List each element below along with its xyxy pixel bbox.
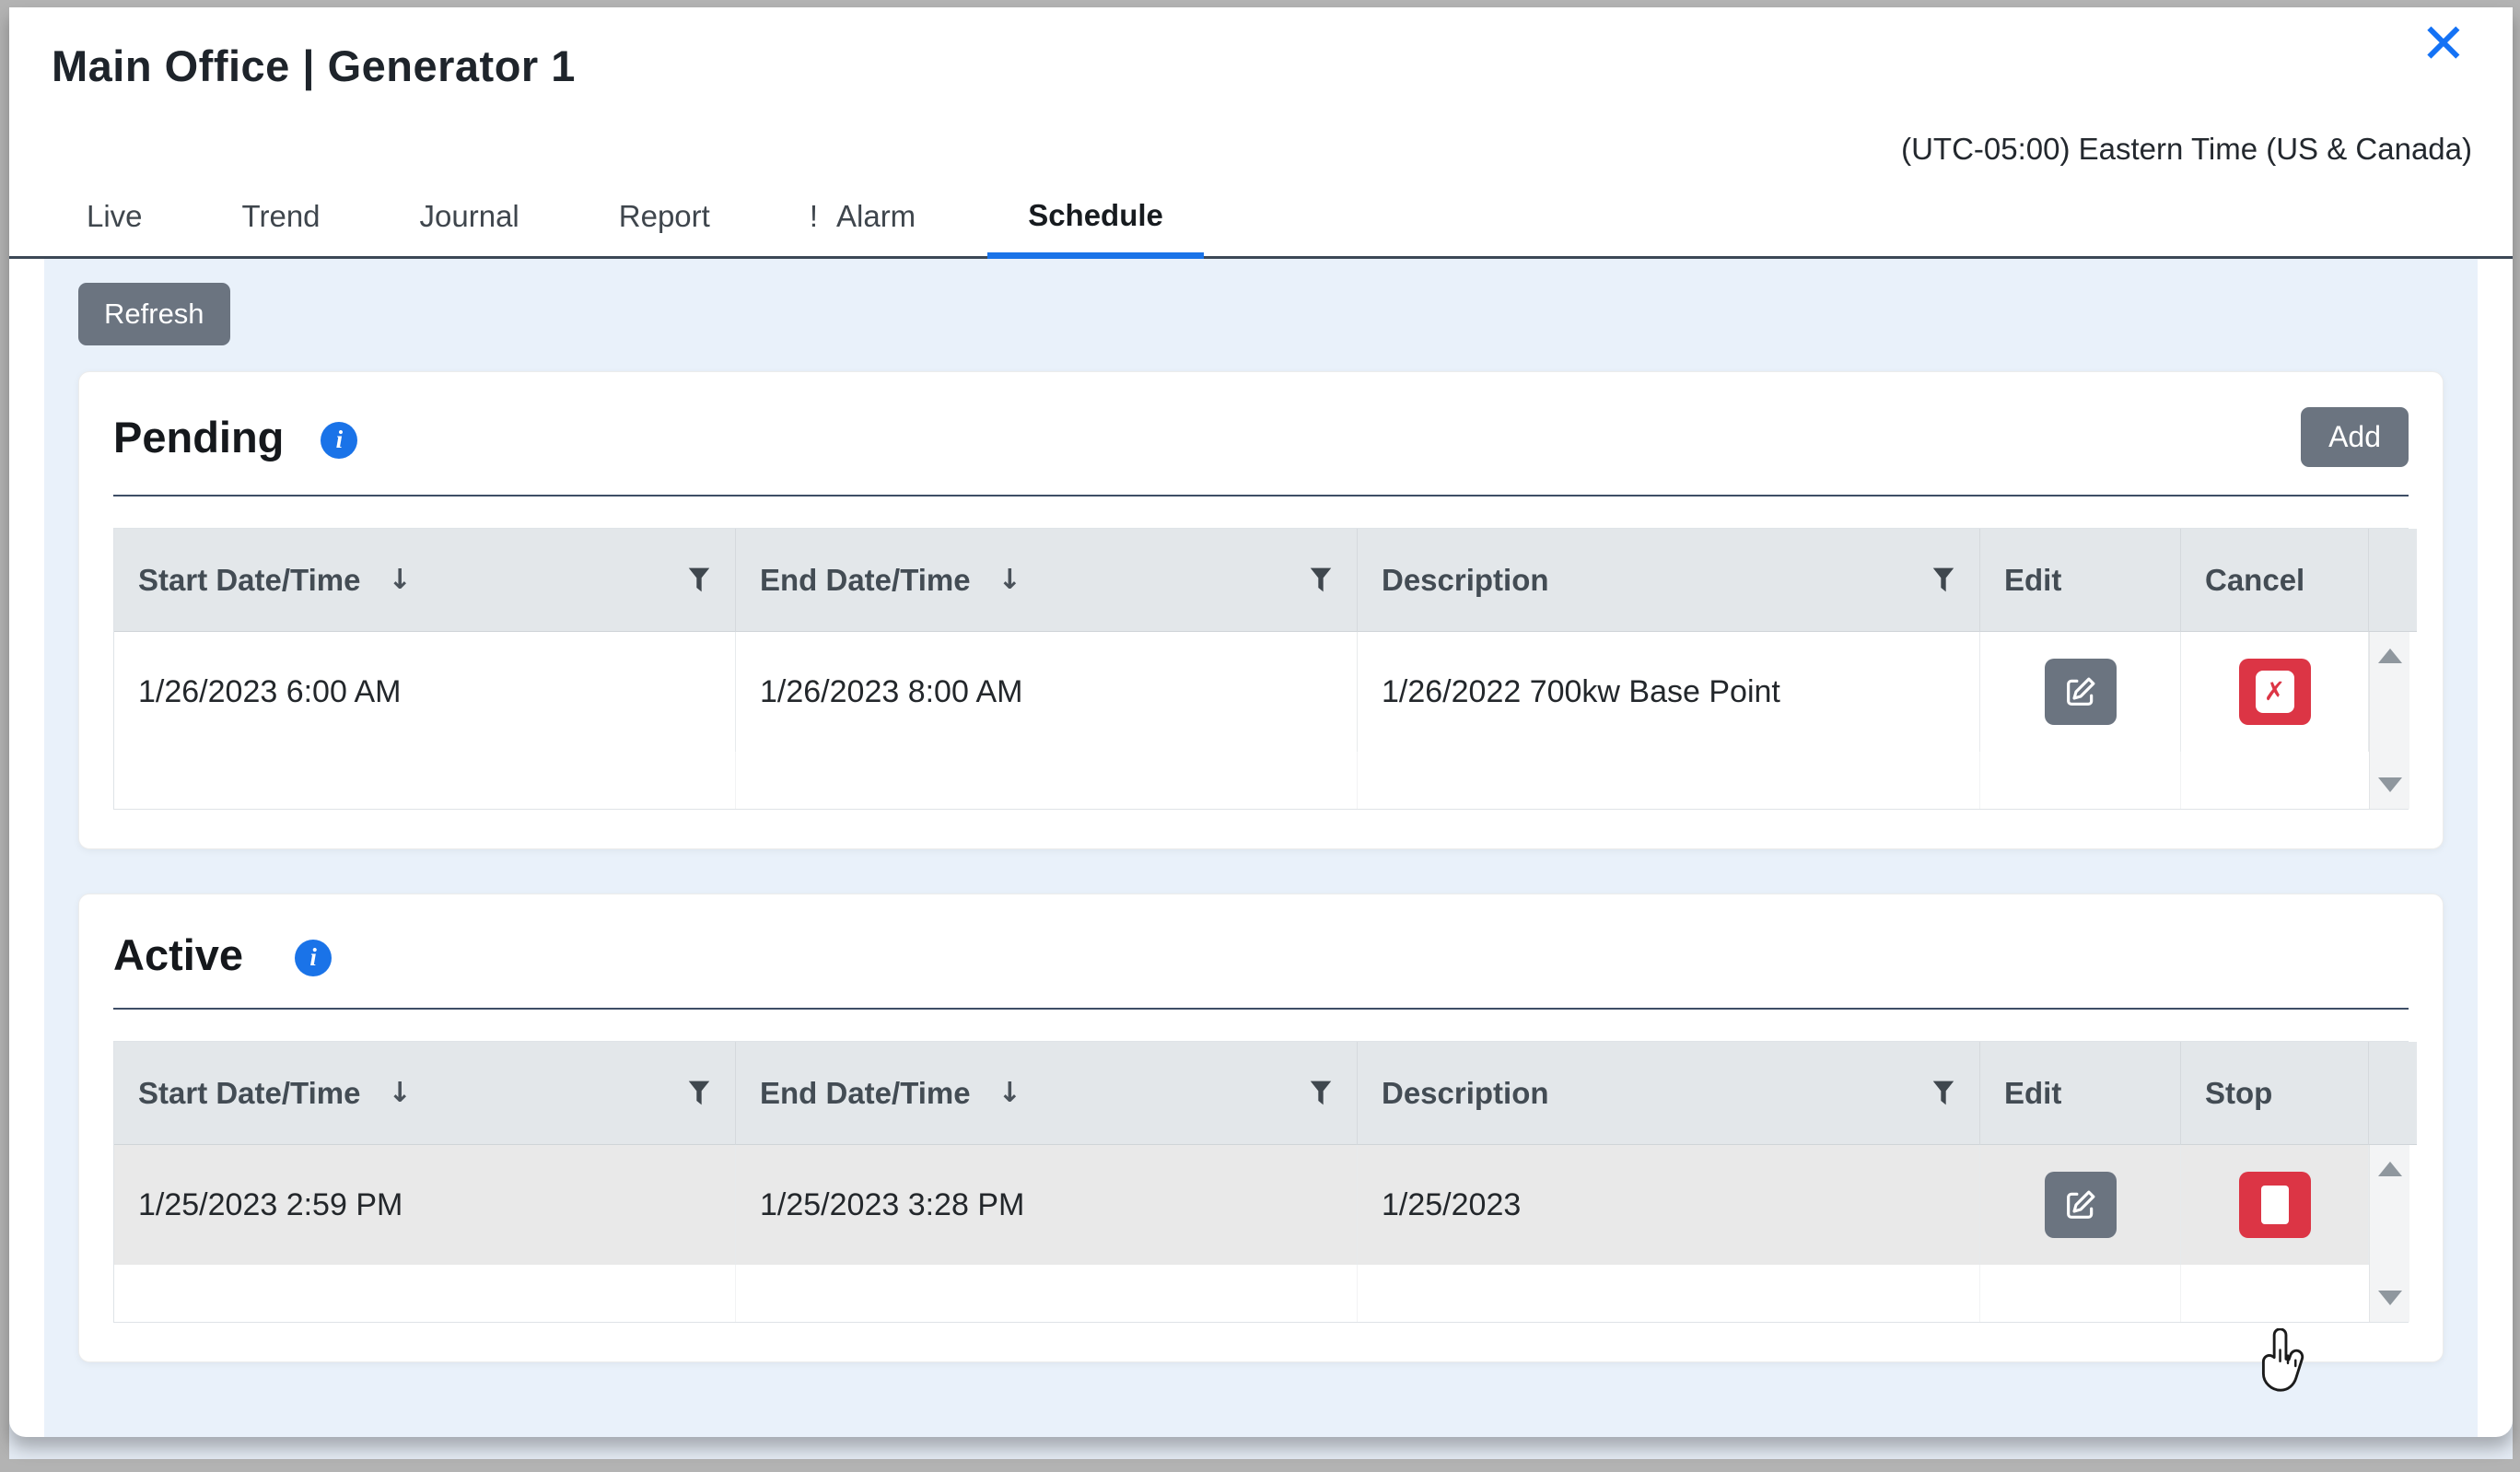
column-header-spacer: [2369, 1042, 2417, 1145]
active-row-stop-cell: [2181, 1145, 2369, 1265]
sort-desc-icon[interactable]: ↓: [998, 564, 1021, 596]
column-header-description[interactable]: Description: [1358, 529, 1980, 632]
tab-bar: Live Trend Journal Report !Alarm Schedul…: [9, 183, 2513, 259]
tab-report[interactable]: Report: [613, 184, 716, 256]
empty-row-space: [1980, 752, 2181, 809]
stop-square-icon: [2261, 1186, 2289, 1224]
scroll-down-icon[interactable]: [2378, 1291, 2402, 1305]
empty-row-space: [1980, 1265, 2181, 1322]
stop-button[interactable]: [2239, 1172, 2311, 1238]
page-backdrop: Main Office | Generator 1 ✕ (UTC-05:00) …: [9, 7, 2513, 1459]
timezone-label: (UTC-05:00) Eastern Time (US & Canada): [52, 132, 2472, 167]
filter-icon[interactable]: [1931, 567, 1955, 594]
pending-section: Pending i Add Start Date/Time ↓ End Date…: [78, 371, 2444, 849]
empty-row-space: [114, 1265, 736, 1322]
edit-button[interactable]: [2045, 1172, 2117, 1238]
empty-row-space: [1358, 1265, 1980, 1322]
pending-row-description-cell: 1/26/2022 700kw Base Point: [1358, 632, 1980, 752]
pencil-square-icon: [2062, 673, 2099, 710]
sort-desc-icon[interactable]: ↓: [388, 1077, 411, 1109]
active-row-start-cell: 1/25/2023 2:59 PM: [114, 1145, 736, 1265]
pencil-square-icon: [2062, 1186, 2099, 1223]
generator-dialog: Main Office | Generator 1 ✕ (UTC-05:00) …: [9, 7, 2513, 1437]
empty-row-space: [736, 752, 1358, 809]
active-table: Start Date/Time ↓ End Date/Time ↓ Descri…: [113, 1041, 2409, 1323]
column-header-start[interactable]: Start Date/Time ↓: [114, 1042, 736, 1145]
filter-icon[interactable]: [1309, 567, 1333, 594]
add-button[interactable]: Add: [2301, 407, 2409, 467]
pending-row-start-cell: 1/26/2023 6:00 AM: [114, 632, 736, 752]
column-header-start[interactable]: Start Date/Time ↓: [114, 529, 736, 632]
page-title: Main Office | Generator 1: [52, 41, 2472, 91]
filter-icon[interactable]: [687, 567, 711, 594]
pending-section-header: Pending i Add: [113, 407, 2409, 467]
column-header-description[interactable]: Description: [1358, 1042, 1980, 1145]
refresh-button[interactable]: Refresh: [78, 283, 230, 345]
sort-desc-icon[interactable]: ↓: [388, 564, 411, 596]
active-row-description-cell: 1/25/2023: [1358, 1145, 1980, 1265]
tab-live[interactable]: Live: [81, 184, 148, 256]
close-icon[interactable]: ✕: [2417, 13, 2470, 76]
cancel-x-icon: ✗: [2256, 671, 2294, 713]
scroll-down-icon[interactable]: [2378, 777, 2402, 792]
filter-icon[interactable]: [1309, 1080, 1333, 1107]
section-divider: [113, 1008, 2409, 1010]
active-row-end-cell: 1/25/2023 3:28 PM: [736, 1145, 1358, 1265]
pending-row-edit-cell: [1980, 632, 2181, 752]
empty-row-space: [2181, 752, 2369, 809]
app-window: Main Office | Generator 1 ✕ (UTC-05:00) …: [0, 0, 2520, 1472]
pending-title: Pending: [113, 412, 284, 462]
sort-desc-icon[interactable]: ↓: [998, 1077, 1021, 1109]
vertical-scrollbar[interactable]: [2369, 1145, 2409, 1322]
section-divider: [113, 495, 2409, 497]
column-header-end[interactable]: End Date/Time ↓: [736, 1042, 1358, 1145]
filter-icon[interactable]: [1931, 1080, 1955, 1107]
tab-alarm[interactable]: !Alarm: [804, 184, 921, 256]
column-header-end[interactable]: End Date/Time ↓: [736, 529, 1358, 632]
active-section-header: Active i: [113, 929, 2409, 980]
active-section: Active i Start Date/Time ↓ End Date/Time…: [78, 894, 2444, 1362]
filter-icon[interactable]: [687, 1080, 711, 1107]
dialog-header: Main Office | Generator 1 ✕ (UTC-05:00) …: [9, 7, 2513, 167]
info-icon[interactable]: i: [295, 940, 332, 976]
info-icon[interactable]: i: [321, 422, 357, 459]
empty-row-space: [1358, 752, 1980, 809]
scroll-up-icon[interactable]: [2378, 1162, 2402, 1176]
active-row-edit-cell: [1980, 1145, 2181, 1265]
pending-row-end-cell: 1/26/2023 8:00 AM: [736, 632, 1358, 752]
empty-row-space: [736, 1265, 1358, 1322]
active-title: Active: [113, 929, 243, 980]
tab-schedule[interactable]: Schedule: [987, 183, 1204, 259]
column-header-cancel: Cancel: [2181, 529, 2369, 632]
tab-trend[interactable]: Trend: [237, 184, 326, 256]
scroll-up-icon[interactable]: [2378, 648, 2402, 663]
column-header-edit: Edit: [1980, 529, 2181, 632]
pending-row-cancel-cell: ✗: [2181, 632, 2369, 752]
pending-table: Start Date/Time ↓ End Date/Time ↓ Descri…: [113, 528, 2409, 810]
vertical-scrollbar[interactable]: [2369, 632, 2409, 809]
cancel-button[interactable]: ✗: [2239, 659, 2311, 725]
column-header-spacer: [2369, 529, 2417, 632]
column-header-stop: Stop: [2181, 1042, 2369, 1145]
edit-button[interactable]: [2045, 659, 2117, 725]
column-header-edit: Edit: [1980, 1042, 2181, 1145]
schedule-panel: Refresh Pending i Add Start Date/Time ↓: [44, 259, 2478, 1437]
alarm-exclamation-icon: !: [810, 199, 818, 233]
empty-row-space: [2181, 1265, 2369, 1322]
tab-journal[interactable]: Journal: [414, 184, 525, 256]
empty-row-space: [114, 752, 736, 809]
